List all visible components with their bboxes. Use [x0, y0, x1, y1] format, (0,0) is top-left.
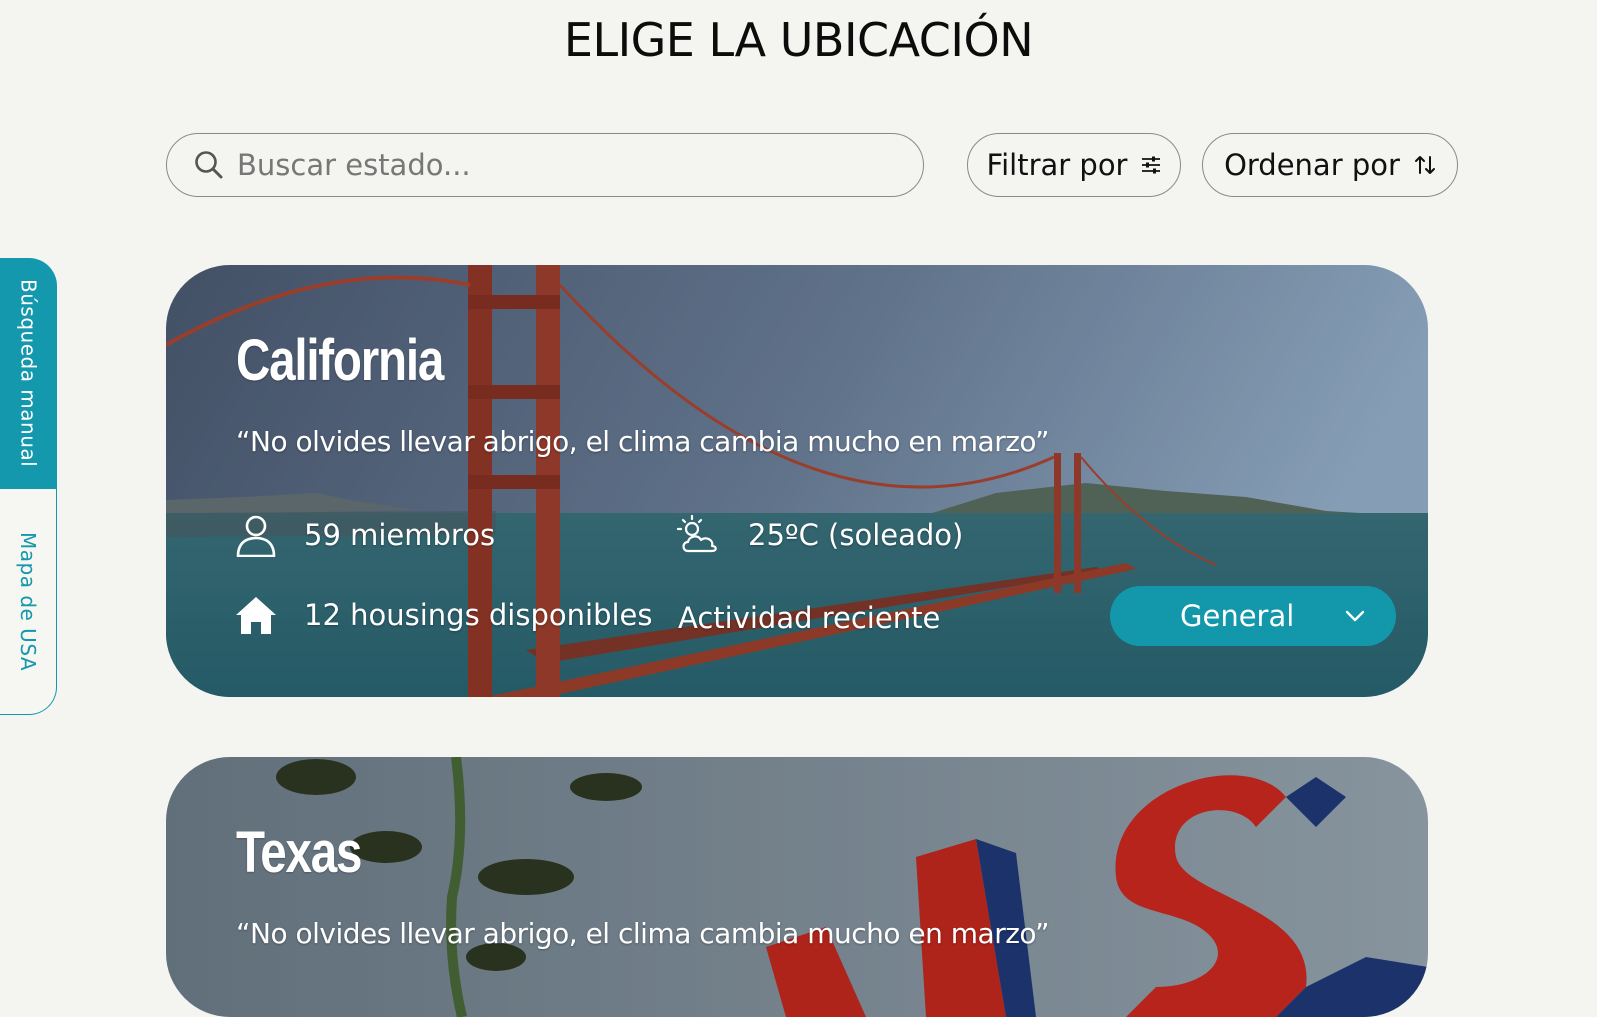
tab-manual-search-label: Búsqueda manual: [16, 278, 41, 468]
members-count: 59 miembros: [304, 518, 496, 552]
sort-button[interactable]: Ordenar por: [1202, 133, 1458, 197]
channel-select[interactable]: General: [1110, 586, 1396, 646]
partly-cloudy-icon: [676, 514, 717, 553]
house-icon: [236, 597, 276, 634]
sort-button-label: Ordenar por: [1224, 148, 1400, 182]
search-icon: [195, 151, 223, 179]
side-tabs: Búsqueda manual Mapa de USA: [0, 258, 57, 715]
weather-value: 25ºC (soleado): [748, 518, 964, 552]
card-quote: “No olvides llevar abrigo, el clima camb…: [236, 425, 1050, 458]
person-icon: [236, 515, 276, 557]
filter-button[interactable]: Filtrar por: [967, 133, 1181, 197]
search-bar[interactable]: [166, 133, 924, 197]
state-card-texas[interactable]: Texas “No olvides llevar abrigo, el clim…: [166, 757, 1428, 1017]
members-stat: 59 miembros: [234, 513, 495, 557]
sliders-icon: [1142, 156, 1161, 174]
weather-stat: 25ºC (soleado): [676, 513, 963, 557]
search-input[interactable]: [237, 148, 923, 182]
housing-stat: 12 housings disponibles: [234, 593, 652, 637]
sort-arrows-icon: [1414, 156, 1435, 174]
state-card-california[interactable]: California “No olvides llevar abrigo, el…: [166, 265, 1428, 697]
tab-usa-map[interactable]: Mapa de USA: [0, 488, 57, 715]
housing-count: 12 housings disponibles: [304, 598, 653, 632]
recent-activity-link[interactable]: Actividad reciente: [678, 601, 940, 635]
card-quote: “No olvides llevar abrigo, el clima camb…: [236, 917, 1050, 950]
channel-select-value: General: [1180, 599, 1295, 633]
tab-manual-search[interactable]: Búsqueda manual: [0, 258, 57, 488]
page-title: ELIGE LA UBICACIÓN: [563, 13, 1034, 67]
card-title: Texas: [236, 820, 362, 885]
tab-usa-map-label: Mapa de USA: [16, 531, 40, 672]
filter-button-label: Filtrar por: [986, 148, 1128, 182]
chevron-down-icon: [1345, 610, 1365, 622]
card-title: California: [236, 328, 444, 393]
